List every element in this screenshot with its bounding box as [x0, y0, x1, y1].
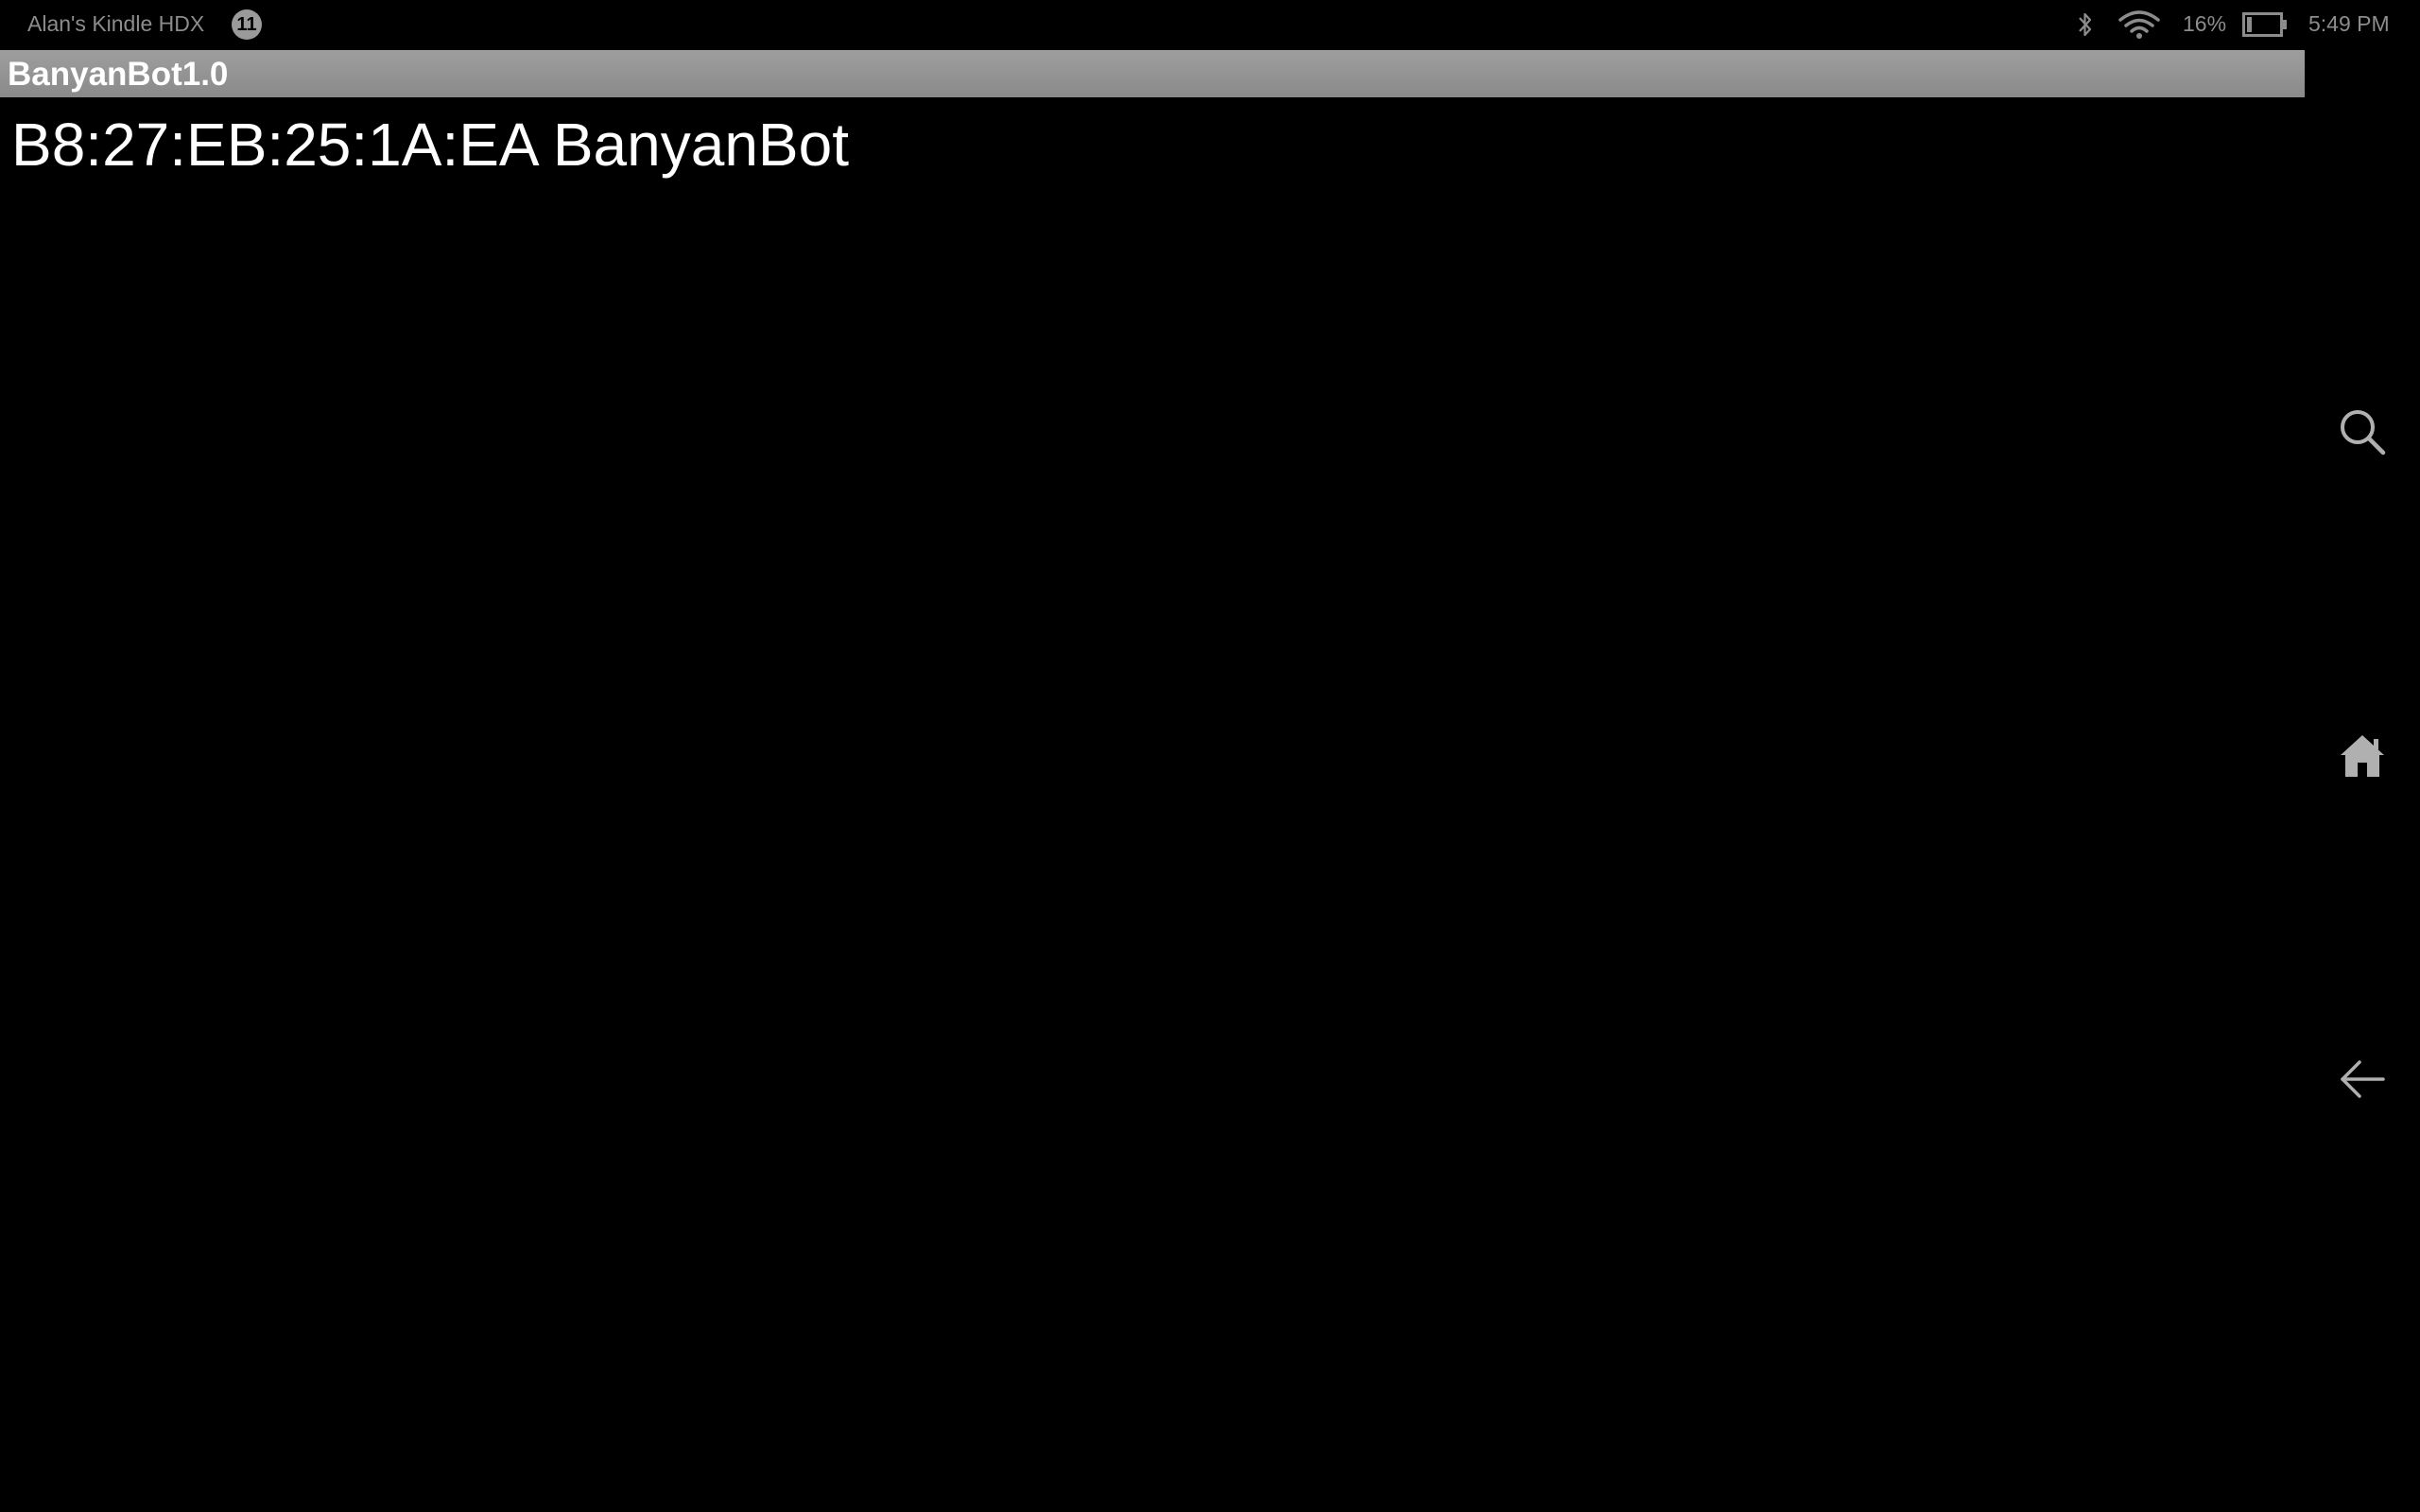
- back-button[interactable]: [2324, 1040, 2401, 1118]
- clock: 5:49 PM: [2308, 11, 2390, 36]
- device-list-item-label: B8:27:EB:25:1A:EA BanyanBot: [11, 111, 849, 179]
- wifi-icon: [2118, 10, 2160, 39]
- status-bar: Alan's Kindle HDX 11 16% 5:49 PM: [0, 0, 2420, 49]
- bluetooth-icon: [2079, 12, 2092, 37]
- home-icon: [2341, 735, 2384, 777]
- device-name-label: Alan's Kindle HDX: [27, 11, 205, 36]
- search-button[interactable]: [2324, 393, 2401, 471]
- home-button[interactable]: [2324, 717, 2401, 795]
- app-title: BanyanBot1.0: [8, 56, 229, 93]
- app-title-bar: BanyanBot1.0: [0, 50, 2305, 97]
- device-list-area: B8:27:EB:25:1A:EA BanyanBot: [0, 97, 2305, 1512]
- battery-percent: 16%: [2183, 11, 2227, 36]
- notification-badge[interactable]: 11: [232, 9, 262, 40]
- back-arrow-icon: [2341, 1060, 2385, 1098]
- search-icon: [2341, 410, 2386, 455]
- navigation-bar: [2305, 49, 2420, 1512]
- screen: Alan's Kindle HDX 11 16% 5:49 PM BanyanB…: [0, 0, 2420, 1512]
- battery-icon: [2242, 12, 2287, 37]
- device-list: B8:27:EB:25:1A:EA BanyanBot: [0, 97, 2305, 192]
- device-list-item[interactable]: B8:27:EB:25:1A:EA BanyanBot: [0, 97, 2305, 192]
